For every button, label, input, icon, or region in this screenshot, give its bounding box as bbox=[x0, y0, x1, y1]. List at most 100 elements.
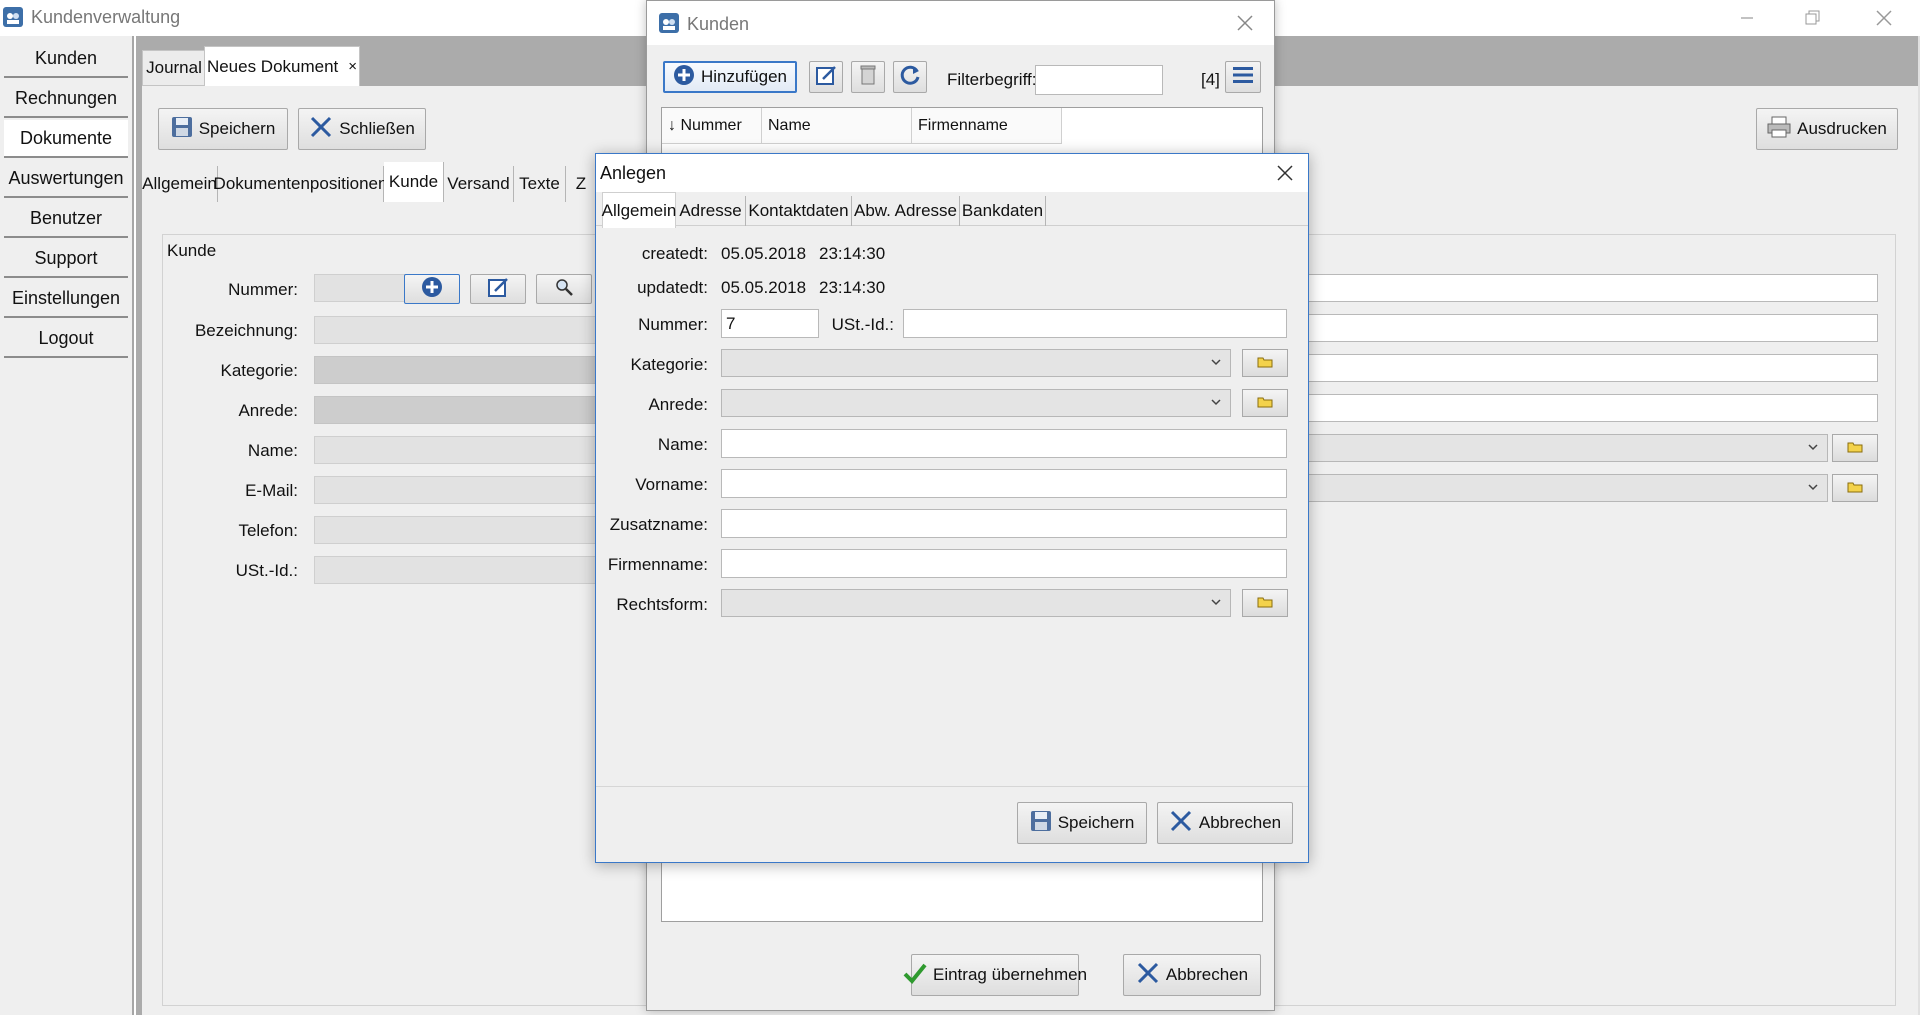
kunden-title-bar: Kunden bbox=[647, 1, 1274, 45]
anlegen-ustid-input[interactable] bbox=[903, 309, 1287, 338]
anlegen-anrede-select[interactable] bbox=[721, 389, 1231, 417]
anlegen-tab-adresse[interactable]: Adresse bbox=[676, 196, 746, 226]
nav-support[interactable]: Support bbox=[4, 240, 128, 278]
folder-icon bbox=[1257, 353, 1273, 373]
print-button-label: Ausdrucken bbox=[1797, 119, 1887, 138]
anlegen-rechtsform-select[interactable] bbox=[721, 589, 1231, 617]
anlegen-cancel-button[interactable]: Abbrechen bbox=[1157, 802, 1293, 844]
folder-icon bbox=[1847, 438, 1863, 458]
print-button[interactable]: Ausdrucken bbox=[1756, 108, 1898, 150]
tab-neues-dokument[interactable]: Neues Dokument × bbox=[204, 46, 360, 86]
subtab-allgemein[interactable]: Allgemein bbox=[142, 166, 218, 202]
left-nav: Kunden Rechnungen Dokumente Auswertungen… bbox=[0, 36, 134, 1015]
refresh-icon bbox=[898, 63, 922, 92]
kunde-telefon-field[interactable] bbox=[314, 516, 634, 544]
anlegen-cancel-label: Abbrechen bbox=[1198, 813, 1282, 832]
kunde-edit-button[interactable] bbox=[470, 274, 526, 304]
nav-rechnungen[interactable]: Rechnungen bbox=[4, 80, 128, 118]
col-header-name[interactable]: Name bbox=[762, 108, 912, 144]
trash-icon bbox=[859, 64, 877, 91]
subtab-versand[interactable]: Versand bbox=[444, 166, 514, 202]
nav-auswertungen[interactable]: Auswertungen bbox=[4, 160, 128, 198]
anlegen-rechtsform-label: Rechtsform: bbox=[616, 595, 708, 614]
printer-icon bbox=[1767, 116, 1791, 143]
kunde-name-field[interactable] bbox=[314, 436, 634, 464]
kunde-telefon-label: Telefon: bbox=[238, 521, 298, 540]
anlegen-zusatzname-input[interactable] bbox=[721, 509, 1287, 538]
kunden-app-icon bbox=[659, 13, 679, 33]
kunden-refresh-button[interactable] bbox=[893, 61, 927, 93]
anlegen-rechtsform-folder-button[interactable] bbox=[1242, 589, 1288, 617]
kunde-email-field[interactable] bbox=[314, 476, 634, 504]
kunde-ustid-field[interactable] bbox=[314, 556, 634, 584]
edit-icon bbox=[487, 276, 509, 303]
col-header-nummer[interactable]: ↓ Nummer bbox=[662, 108, 762, 144]
anlegen-ustid-label: USt.-Id.: bbox=[831, 315, 894, 334]
restore-icon[interactable] bbox=[1800, 6, 1824, 30]
nav-logout[interactable]: Logout bbox=[4, 320, 128, 358]
col-header-nummer-label: ↓ Nummer bbox=[668, 116, 742, 134]
nav-dokumente[interactable]: Dokumente bbox=[4, 120, 128, 158]
anlegen-firmenname-input[interactable] bbox=[721, 549, 1287, 578]
col-header-firmenname[interactable]: Firmenname bbox=[912, 108, 1062, 144]
right-folder-button-1[interactable] bbox=[1832, 434, 1878, 462]
kunden-delete-button[interactable] bbox=[851, 61, 885, 93]
kunde-anrede-field[interactable] bbox=[314, 396, 634, 424]
kunde-search-button[interactable] bbox=[536, 274, 592, 304]
close-x-icon bbox=[1136, 961, 1160, 990]
kunden-close-icon[interactable] bbox=[1233, 11, 1257, 35]
anlegen-dialog: Anlegen Allgemein Adresse Kontaktdaten A… bbox=[595, 153, 1309, 863]
chevron-down-icon bbox=[1807, 440, 1819, 456]
anlegen-nummer-input[interactable]: 7 bbox=[721, 309, 819, 338]
save-button[interactable]: Speichern bbox=[158, 108, 288, 150]
anlegen-vorname-label: Vorname: bbox=[635, 475, 708, 494]
anlegen-name-input[interactable] bbox=[721, 429, 1287, 458]
anlegen-close-icon[interactable] bbox=[1272, 160, 1298, 186]
kunde-add-button[interactable] bbox=[404, 274, 460, 304]
anlegen-anrede-label: Anrede: bbox=[648, 395, 708, 414]
anlegen-title-bar: Anlegen bbox=[596, 154, 1308, 192]
search-icon bbox=[554, 277, 574, 302]
menu-icon bbox=[1233, 66, 1253, 89]
close-x-icon bbox=[1169, 809, 1193, 838]
tab-close-icon[interactable]: × bbox=[348, 58, 357, 75]
subtab-more[interactable]: Z bbox=[566, 166, 596, 202]
right-folder-button-2[interactable] bbox=[1832, 474, 1878, 502]
plus-circle-icon bbox=[673, 64, 695, 91]
kunde-ustid-label: USt.-Id.: bbox=[235, 561, 298, 580]
anlegen-tab-bankdaten[interactable]: Bankdaten bbox=[960, 196, 1046, 226]
anlegen-tab-allgemein[interactable]: Allgemein bbox=[602, 192, 676, 228]
anlegen-tab-abw-adresse[interactable]: Abw. Adresse bbox=[852, 196, 960, 226]
kunden-edit-button[interactable] bbox=[809, 61, 843, 93]
kunde-nummer-field[interactable] bbox=[314, 274, 414, 302]
anlegen-vorname-input[interactable] bbox=[721, 469, 1287, 498]
anlegen-dialog-title: Anlegen bbox=[600, 163, 667, 183]
nav-benutzer[interactable]: Benutzer bbox=[4, 200, 128, 238]
kunden-menu-button[interactable] bbox=[1225, 61, 1261, 93]
anlegen-kategorie-folder-button[interactable] bbox=[1242, 349, 1288, 377]
anlegen-save-button[interactable]: Speichern bbox=[1017, 802, 1147, 844]
subtab-texte[interactable]: Texte bbox=[514, 166, 566, 202]
tab-journal[interactable]: Journal bbox=[142, 50, 206, 86]
kunden-cancel-label: Abbrechen bbox=[1165, 965, 1249, 984]
hinzufuegen-button[interactable]: Hinzufügen bbox=[663, 61, 797, 93]
anlegen-anrede-folder-button[interactable] bbox=[1242, 389, 1288, 417]
nav-kunden[interactable]: Kunden bbox=[4, 40, 128, 78]
eintrag-uebernehmen-button[interactable]: Eintrag übernehmen bbox=[903, 954, 1087, 996]
kunde-kategorie-field[interactable] bbox=[314, 356, 634, 384]
anlegen-kategorie-select[interactable] bbox=[721, 349, 1231, 377]
close-window-icon[interactable] bbox=[1870, 4, 1898, 32]
anlegen-tab-kontaktdaten[interactable]: Kontaktdaten bbox=[746, 196, 852, 226]
minimize-icon[interactable] bbox=[1735, 6, 1759, 30]
subtab-dokumentenpositionen[interactable]: Dokumentenpositionen bbox=[214, 166, 387, 202]
save-button-label: Speichern bbox=[198, 119, 276, 138]
anlegen-footer-divider bbox=[596, 786, 1308, 787]
filter-input[interactable] bbox=[1035, 65, 1163, 95]
kunden-cancel-button[interactable]: Abbrechen bbox=[1123, 954, 1261, 996]
close-button[interactable]: Schließen bbox=[298, 108, 426, 150]
nav-einstellungen[interactable]: Einstellungen bbox=[4, 280, 128, 318]
chevron-down-icon bbox=[1210, 595, 1222, 611]
subtab-kunde[interactable]: Kunde bbox=[384, 162, 444, 202]
kunde-bezeichnung-field[interactable] bbox=[314, 316, 634, 344]
updatedt-date: 05.05.2018 bbox=[721, 278, 807, 297]
